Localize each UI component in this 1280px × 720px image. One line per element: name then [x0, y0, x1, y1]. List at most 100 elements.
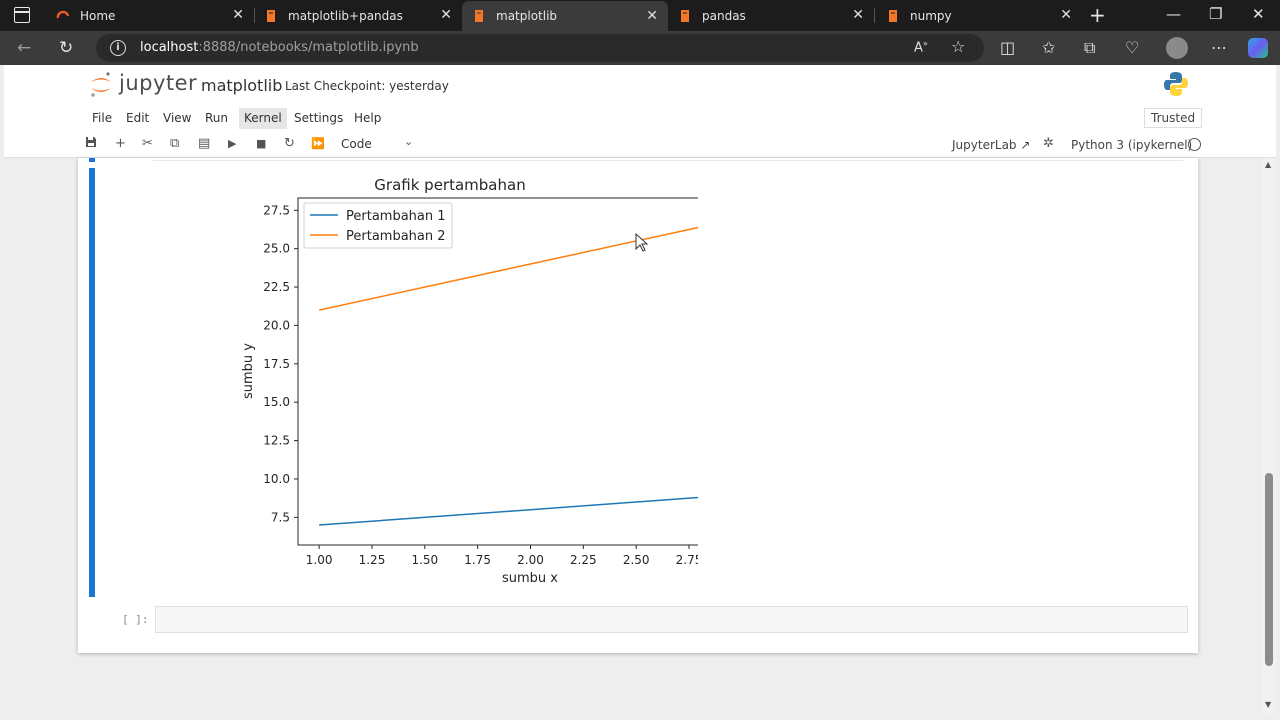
menu-bar: File Edit View Run Kernel Settings Help … [4, 106, 1276, 132]
scroll-up-icon[interactable]: ▲ [1265, 160, 1271, 169]
save-icon[interactable] [85, 136, 97, 152]
url-text: localhost:8888/notebooks/matplotlib.ipyn… [140, 40, 419, 55]
minimize-icon[interactable]: — [1166, 5, 1181, 23]
series-line-1 [319, 496, 698, 526]
favorites-icon[interactable]: ✩ [1042, 38, 1055, 57]
restore-icon[interactable]: ❐ [1209, 5, 1222, 23]
x-tick-label: 1.00 [306, 553, 333, 567]
jupyter-wordmark: jupyter [119, 71, 198, 95]
copy-icon[interactable]: ⧉ [170, 136, 179, 151]
more-options-icon[interactable]: ⋯ [1211, 38, 1227, 57]
checkpoint-status: Last Checkpoint: yesterday [285, 79, 449, 93]
cell-prompt: [ ]: [122, 613, 149, 626]
close-tab-icon[interactable]: ✕ [440, 7, 452, 23]
close-tab-icon[interactable]: ✕ [1060, 7, 1072, 23]
vertical-scrollbar[interactable]: ▲ ▼ [1262, 158, 1276, 715]
browser-essentials-icon[interactable]: ♡ [1125, 38, 1139, 57]
tab-numpy[interactable]: numpy ✕ [876, 0, 1082, 31]
trusted-badge[interactable]: Trusted [1144, 108, 1203, 128]
add-cell-icon[interactable]: + [115, 136, 126, 151]
notebook-panel: Grafik pertambahan 7.5 10.0 12.5 15.0 17.5 20… [78, 158, 1198, 653]
notebook-name[interactable]: matplotlib [201, 76, 282, 95]
run-icon[interactable]: ▶ [228, 137, 236, 150]
y-tick-label: 25.0 [263, 242, 290, 256]
external-link-icon: ↗ [1020, 138, 1031, 152]
prev-cell-divider [153, 160, 1183, 161]
x-tick-label: 1.50 [411, 553, 438, 567]
x-tick-label: 2.00 [517, 553, 544, 567]
edge-swirl-icon [56, 10, 70, 18]
x-tick-label: 2.50 [623, 553, 650, 567]
chart-title: Grafik pertambahan [374, 176, 525, 194]
jupyterlab-link[interactable]: JupyterLab ↗ [952, 138, 1030, 152]
scrollbar-thumb[interactable] [1265, 473, 1273, 666]
new-tab-icon[interactable]: + [1089, 3, 1106, 27]
cell-type-select[interactable]: Code [341, 137, 372, 151]
close-tab-icon[interactable]: ✕ [646, 8, 658, 24]
close-tab-icon[interactable]: ✕ [232, 7, 244, 23]
menu-file[interactable]: File [92, 111, 112, 125]
paste-icon[interactable]: ▤ [198, 136, 210, 151]
notebook-area: Grafik pertambahan 7.5 10.0 12.5 15.0 17.5 20… [4, 158, 1262, 715]
chevron-down-icon[interactable]: ⌄ [404, 135, 413, 148]
tab-matplotlib-pandas[interactable]: matplotlib+pandas ✕ [254, 0, 462, 31]
scroll-down-icon[interactable]: ▼ [1265, 700, 1271, 709]
stop-icon[interactable]: ■ [256, 137, 266, 150]
y-axis: 7.5 10.0 12.5 15.0 17.5 20.0 22.5 25.0 27.5 [263, 203, 298, 524]
legend: Pertambahan 1 Pertambahan 2 [303, 202, 453, 249]
menu-kernel[interactable]: Kernel [239, 108, 287, 129]
tab-matplotlib[interactable]: matplotlib ✕ [462, 1, 668, 31]
profile-avatar[interactable] [1166, 37, 1188, 59]
jupyter-notebook-icon [475, 10, 483, 22]
tab-label: pandas [702, 8, 746, 23]
menu-help[interactable]: Help [354, 111, 381, 125]
collections-icon[interactable]: ⧉ [1084, 38, 1095, 58]
y-tick-label: 27.5 [263, 203, 290, 217]
x-tick-label: 1.75 [464, 553, 491, 567]
notebook-toolbar: + ✂ ⧉ ▤ ▶ ■ ↻ ⏩ Code ⌄ JupyterLab ↗ ✲ Py… [4, 132, 1276, 158]
close-tab-icon[interactable]: ✕ [852, 7, 864, 23]
cut-icon[interactable]: ✂ [142, 136, 153, 151]
fast-forward-icon[interactable]: ⏩ [311, 137, 325, 150]
menu-run[interactable]: Run [205, 111, 228, 125]
close-window-icon[interactable]: ✕ [1252, 5, 1265, 23]
tab-home[interactable]: Home ✕ [46, 0, 254, 31]
jupyter-header: jupyter matplotlib Last Checkpoint: yest… [4, 65, 1276, 106]
y-axis-label: sumbu y [241, 343, 256, 399]
url-input[interactable]: i localhost:8888/notebooks/matplotlib.ip… [96, 34, 984, 62]
info-icon[interactable]: i [110, 40, 126, 56]
menu-settings[interactable]: Settings [294, 111, 343, 125]
legend-entry-series-1: Pertambahan 1 [346, 209, 446, 224]
active-cell-indicator[interactable] [89, 168, 95, 597]
browser-tab-bar: Home ✕ matplotlib+pandas ✕ matplotlib ✕ … [0, 0, 1280, 31]
line-chart: Grafik pertambahan 7.5 10.0 12.5 15.0 17.5 20… [241, 176, 698, 586]
kernel-name[interactable]: Python 3 (ipykernel) [1071, 138, 1192, 152]
split-screen-icon[interactable]: ◫ [1000, 38, 1015, 57]
menu-view[interactable]: View [163, 111, 191, 125]
x-tick-label: 2.25 [570, 553, 597, 567]
y-tick-label: 15.0 [263, 395, 290, 409]
jupyter-notebook-icon [889, 9, 897, 22]
menu-edit[interactable]: Edit [126, 111, 149, 125]
read-aloud-icon[interactable]: A» [914, 39, 928, 55]
kernel-status-icon [1188, 138, 1201, 151]
y-tick-label: 22.5 [263, 280, 290, 294]
mouse-cursor-icon [635, 232, 649, 252]
y-tick-label: 17.5 [263, 357, 290, 371]
tab-label: matplotlib+pandas [288, 8, 403, 23]
restart-icon[interactable]: ↻ [284, 136, 295, 151]
jupyter-logo-icon[interactable] [89, 71, 113, 99]
x-axis-label: sumbu x [502, 571, 558, 586]
back-arrow-icon[interactable]: ← [17, 38, 31, 58]
series-lines [318, 226, 698, 526]
code-input-cell[interactable] [155, 606, 1188, 633]
x-axis: 1.001.251.501.752.002.252.502.753.00 [306, 545, 698, 567]
prev-cell-indicator [89, 158, 95, 162]
copilot-icon[interactable] [1248, 38, 1268, 58]
tab-actions-icon[interactable] [14, 7, 30, 23]
favorite-star-icon[interactable]: ☆ [951, 37, 965, 56]
tab-label: numpy [910, 8, 952, 23]
tab-pandas[interactable]: pandas ✕ [668, 0, 874, 31]
refresh-icon[interactable]: ↻ [59, 38, 73, 58]
gear-icon[interactable]: ✲ [1043, 136, 1054, 151]
